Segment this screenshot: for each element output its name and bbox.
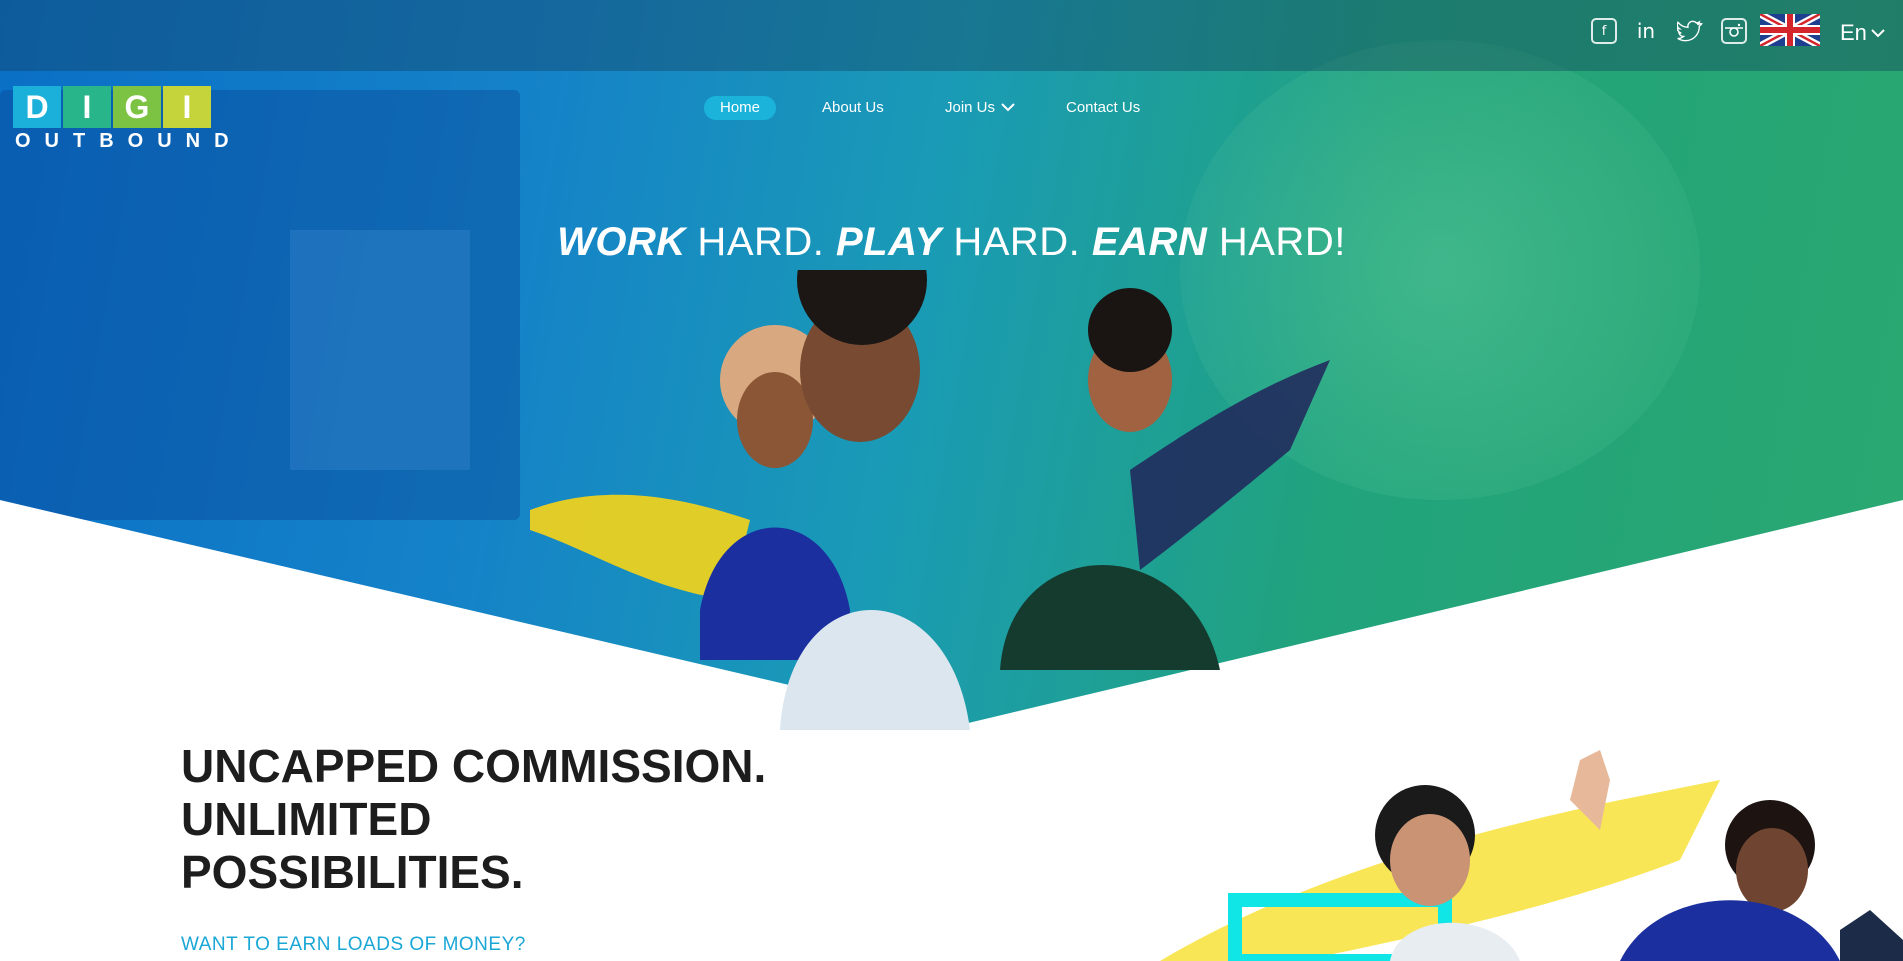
uk-flag-icon[interactable] <box>1760 14 1820 46</box>
section-title-line: POSSIBILITIES. <box>181 846 524 898</box>
logo-subtitle: OUTBOUND <box>15 130 243 152</box>
nav-item-about-us[interactable]: About Us <box>822 96 884 120</box>
top-bar <box>0 0 1903 71</box>
hero-headline: WORK HARD. PLAY HARD. EARN HARD! <box>557 220 1346 264</box>
language-selector[interactable]: En <box>1840 20 1885 46</box>
nav-item-home[interactable]: Home <box>704 96 777 120</box>
section-title-line: UNCAPPED COMMISSION. <box>181 740 767 792</box>
language-label: En <box>1840 20 1867 45</box>
nav-item-join-us[interactable]: Join Us <box>945 96 1015 120</box>
background-screen-image <box>290 230 470 470</box>
hero-people-image <box>530 270 1330 730</box>
high-five-image <box>1160 750 1903 961</box>
section-title-line: UNLIMITED <box>181 793 432 845</box>
main-nav: Home About Us Join Us Contact Us <box>0 96 1903 120</box>
chevron-down-icon <box>1871 29 1885 38</box>
section-title: UNCAPPED COMMISSION. UNLIMITED POSSIBILI… <box>181 740 941 899</box>
nav-item-contact-us[interactable]: Contact Us <box>1066 96 1140 120</box>
linkedin-icon[interactable]: in <box>1633 18 1659 44</box>
twitter-icon[interactable] <box>1677 18 1703 44</box>
instagram-icon[interactable] <box>1721 18 1747 44</box>
chevron-down-icon <box>1001 103 1015 112</box>
section-subtitle: WANT TO EARN LOADS OF MONEY? <box>181 934 526 955</box>
facebook-icon[interactable]: f <box>1591 18 1617 44</box>
